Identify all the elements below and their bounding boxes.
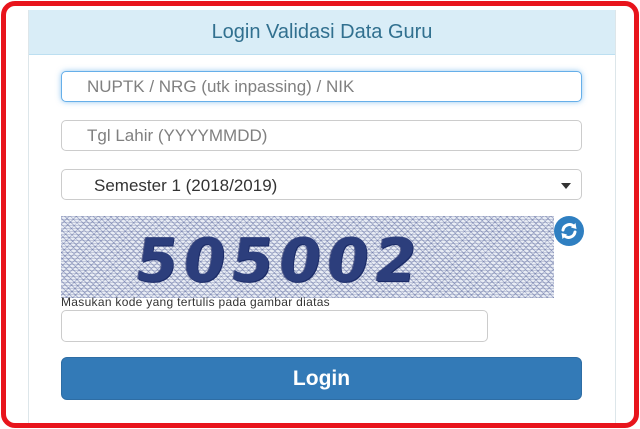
login-button[interactable]: Login xyxy=(61,357,582,400)
red-frame-border: Login Validasi Data Guru Semester 1 (201… xyxy=(1,1,639,428)
tgl-lahir-input[interactable] xyxy=(61,120,582,151)
captcha-image: 505002 xyxy=(61,216,554,298)
semester-select[interactable]: Semester 1 (2018/2019) xyxy=(61,169,582,200)
captcha-code-text: 505002 xyxy=(131,226,428,296)
caret-down-icon xyxy=(561,183,571,189)
refresh-icon xyxy=(561,223,577,239)
panel-header: Login Validasi Data Guru xyxy=(29,10,615,55)
captcha-refresh-button[interactable] xyxy=(554,216,584,246)
captcha-input[interactable] xyxy=(61,310,488,342)
login-panel: Login Validasi Data Guru Semester 1 (201… xyxy=(28,10,616,423)
semester-selected-value: Semester 1 (2018/2019) xyxy=(94,176,278,195)
panel-title: Login Validasi Data Guru xyxy=(211,21,433,43)
nuptk-input[interactable] xyxy=(61,71,582,102)
captcha-instruction: Masukan kode yang tertulis pada gambar d… xyxy=(61,295,330,309)
